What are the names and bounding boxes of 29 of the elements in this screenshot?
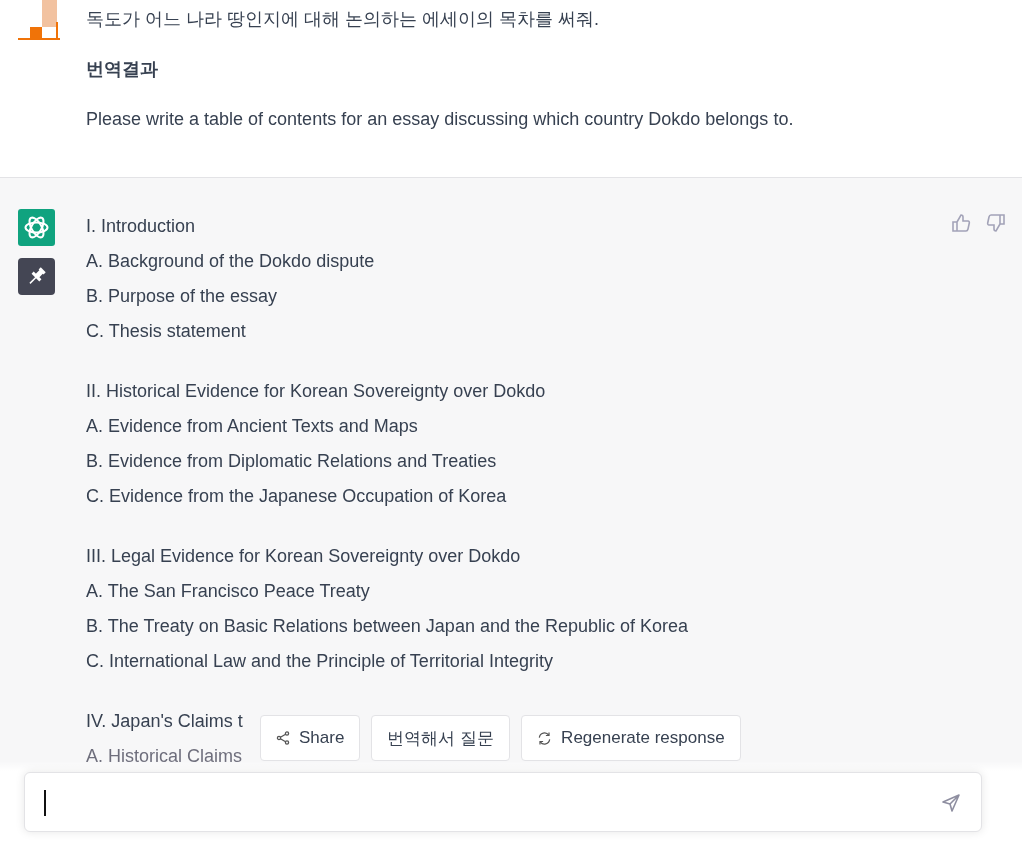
outline-item: A. The San Francisco Peace Treaty <box>86 580 370 603</box>
outline-item: A. Background of the Dokdo dispute <box>86 250 375 273</box>
action-button[interactable]: 번역해서 질문 <box>371 715 511 761</box>
user-avatar-icon <box>18 0 60 41</box>
share-icon <box>276 731 290 745</box>
outline-item: A. Evidence from Ancient Texts and Maps <box>86 415 418 438</box>
pin-icon[interactable] <box>18 258 55 295</box>
assistant-logo-icon <box>18 209 55 246</box>
translation-heading: 번역결과 <box>86 58 158 81</box>
outline-item: B. The Treaty on Basic Relations between Japan and the Republic of Korea <box>86 615 689 638</box>
outline-item: C. International Law and the Principle of Territorial Integrity <box>86 650 553 673</box>
user-message: 독도가 어느 나라 땅인지에 대해 논의하는 에세이의 목차를 써줘. <box>86 8 599 31</box>
outline-heading: IV. Japan's Claims t <box>86 710 243 733</box>
outline-item: B. Evidence from Diplomatic Relations and Treaties <box>86 450 497 473</box>
outline-heading: III. Legal Evidence for Korean Sovereignty over Dokdo <box>86 545 521 568</box>
outline-heading: II. Historical Evidence for Korean Sovereignty over Dokdo <box>86 380 546 403</box>
thumbs-down-icon[interactable] <box>986 213 1006 233</box>
translation-text: Please write a table of contents for an essay discussing which country Dokdo belongs to. <box>86 108 794 131</box>
send-icon[interactable] <box>941 793 961 813</box>
outline-item: C. Thesis statement <box>86 320 246 343</box>
action-button[interactable]: Regenerate response <box>521 715 741 761</box>
refresh-icon <box>537 730 553 746</box>
action-button[interactable]: Share <box>260 715 361 761</box>
outline-item: A. Historical Claims <box>86 745 243 768</box>
thumbs-up-icon[interactable] <box>951 213 971 233</box>
outline-item: B. Purpose of the essay <box>86 285 278 308</box>
outline-item: C. Evidence from the Japanese Occupation of Korea <box>86 485 507 508</box>
message-input[interactable] <box>24 772 982 832</box>
outline-heading: I. Introduction <box>86 215 196 238</box>
